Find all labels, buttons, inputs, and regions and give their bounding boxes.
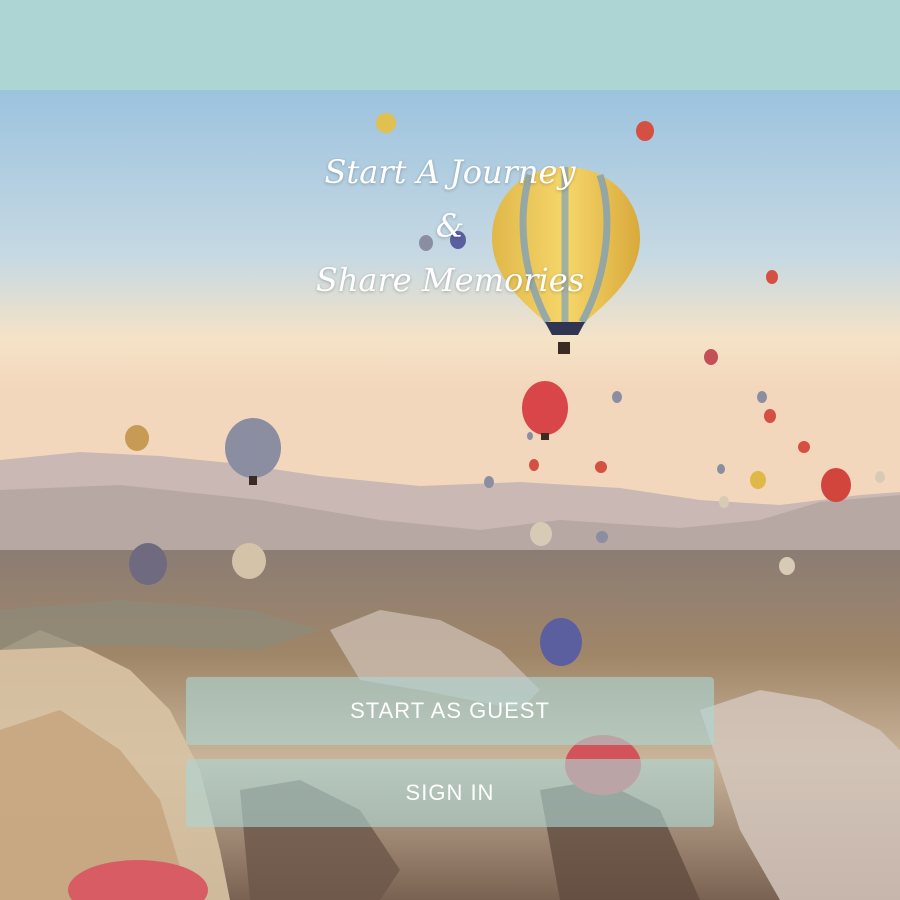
start-as-guest-button[interactable]: START AS GUEST	[186, 677, 714, 745]
tagline: Start A Journey & Share Memories	[300, 145, 600, 307]
hero-background: Start A Journey & Share Memories START A…	[0, 90, 900, 900]
sign-in-button[interactable]: SIGN IN	[186, 759, 714, 827]
tagline-line-1: Start A Journey	[324, 153, 576, 191]
top-bar	[0, 0, 900, 90]
tagline-line-2: Share Memories	[315, 261, 585, 299]
tagline-ampersand: &	[435, 207, 465, 245]
